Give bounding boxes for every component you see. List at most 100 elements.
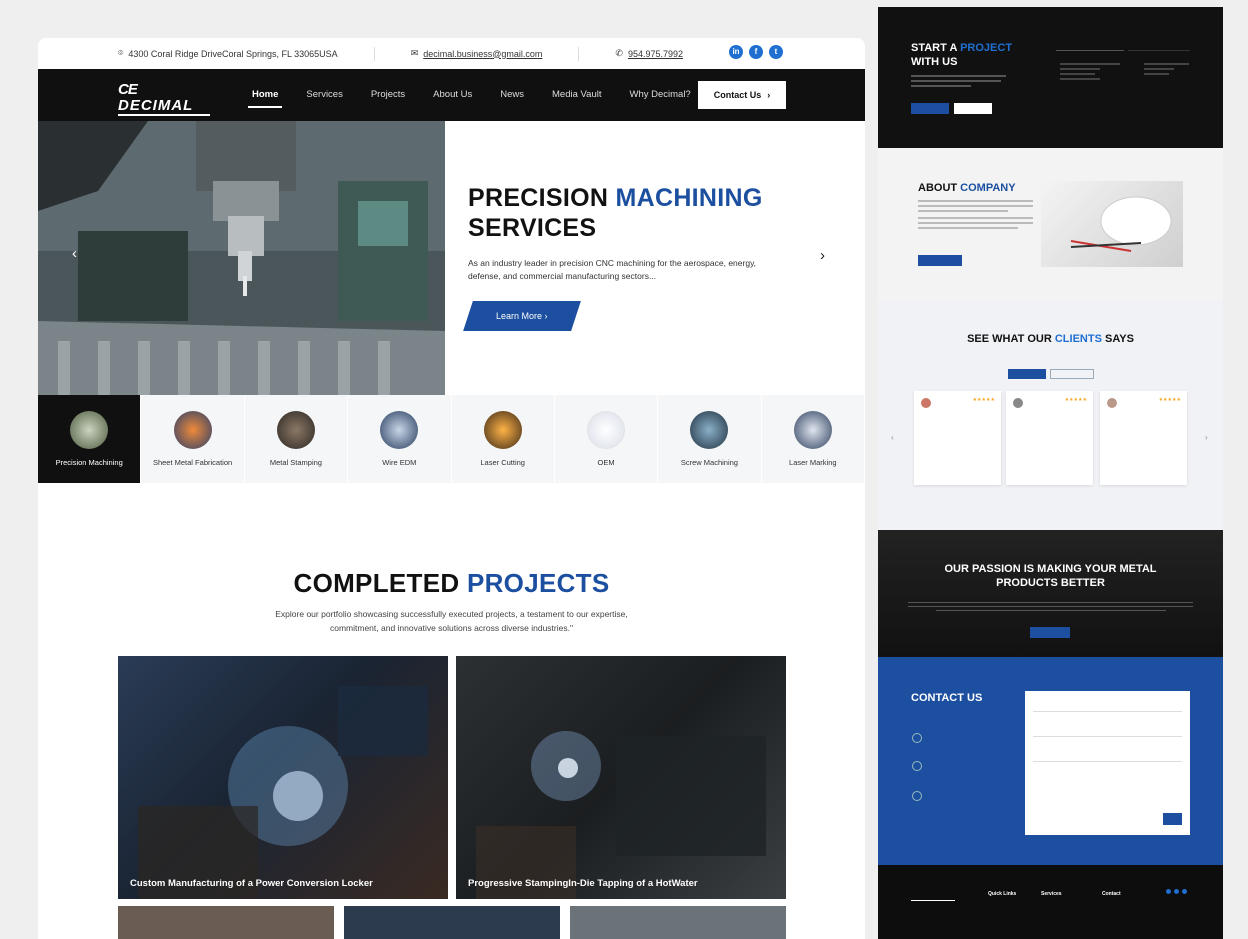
passion-title: OUR PASSION IS MAKING YOUR METAL PRODUCT… xyxy=(944,563,1157,589)
facebook-icon[interactable] xyxy=(1174,889,1179,894)
footer-logo[interactable] xyxy=(911,893,955,901)
testimonials-title: SEE WHAT OUR CLIENTS SAYS xyxy=(967,333,1134,345)
twitter-icon[interactable]: t xyxy=(769,45,783,59)
precision-machining-icon xyxy=(70,411,109,449)
showcase-canvas: ⌾ 4300 Coral Ridge DriveCoral Springs, F… xyxy=(0,0,1248,939)
review-tab[interactable] xyxy=(1050,369,1094,379)
service-tab[interactable]: Metal Stamping xyxy=(245,395,349,483)
nav-projects[interactable]: Projects xyxy=(357,69,419,121)
message-field[interactable] xyxy=(1033,761,1182,762)
hero-content: PRECISION MACHINING SERVICES As an indust… xyxy=(463,183,798,331)
service-label: OEM xyxy=(597,458,615,467)
start-project-copy xyxy=(911,75,1011,90)
tab-right[interactable] xyxy=(1128,43,1190,51)
service-label: Sheet Metal Fabrication xyxy=(152,458,233,467)
carousel-next-icon[interactable]: › xyxy=(1205,433,1208,442)
nav-media-vault[interactable]: Media Vault xyxy=(538,69,615,121)
phone-item[interactable]: ✆ 954.975.7992 xyxy=(615,48,683,59)
blueprint-image xyxy=(1041,181,1183,267)
hero-image: ‹ xyxy=(38,121,445,395)
main-navigation: CE DECIMAL Home Services Projects About … xyxy=(38,69,865,121)
nav-home[interactable]: Home xyxy=(238,69,292,121)
about-copy xyxy=(918,200,1033,232)
about-more-button[interactable] xyxy=(918,255,962,266)
service-label: Wire EDM xyxy=(382,458,417,467)
slider-next-icon[interactable]: › xyxy=(820,247,825,264)
location-pin-icon xyxy=(912,791,922,801)
service-tab[interactable]: Wire EDM xyxy=(348,395,452,483)
contact-button[interactable] xyxy=(954,103,992,114)
top-info-bar: ⌾ 4300 Coral Ridge DriveCoral Springs, F… xyxy=(38,38,865,69)
services-strip: Precision Machining Sheet Metal Fabricat… xyxy=(38,395,865,483)
chevron-right-icon: › xyxy=(767,90,771,100)
contact-us-button[interactable]: Contact Us › xyxy=(698,81,786,109)
service-tab[interactable]: Screw Machining xyxy=(658,395,762,483)
phone-link[interactable]: 954.975.7992 xyxy=(628,49,683,59)
service-tab[interactable]: Laser Marking xyxy=(762,395,865,483)
hero-section: ‹ PRECISION MACHINING SERVICES As an indu… xyxy=(38,121,865,395)
service-tab[interactable]: Sheet Metal Fabrication xyxy=(141,395,245,483)
site-logo[interactable]: CE DECIMAL xyxy=(118,82,210,116)
service-label: Metal Stamping xyxy=(269,458,322,467)
nav-news[interactable]: News xyxy=(486,69,538,121)
service-label: Laser Cutting xyxy=(480,458,525,467)
service-label: Screw Machining xyxy=(680,458,738,467)
project-thumb[interactable] xyxy=(570,906,786,939)
slider-prev-icon[interactable]: ‹ xyxy=(72,245,77,262)
contact-section: CONTACT US xyxy=(878,657,1223,865)
project-thumb[interactable] xyxy=(344,906,560,939)
tab-left[interactable] xyxy=(1056,43,1124,51)
linkedin-icon[interactable] xyxy=(1166,889,1171,894)
site-footer: Quick Links Services Contact xyxy=(878,865,1223,939)
review-card: ★★★★★ xyxy=(914,391,1001,485)
nav-about[interactable]: About Us xyxy=(419,69,486,121)
send-button[interactable] xyxy=(1163,813,1182,825)
review-card: ★★★★★ xyxy=(1100,391,1187,485)
email-field[interactable] xyxy=(1033,736,1182,737)
start-project-button[interactable] xyxy=(911,103,949,114)
facebook-icon[interactable]: f xyxy=(749,45,763,59)
testimonials-section: SEE WHAT OUR CLIENTS SAYS ★★★★★ ★★★★★ ★★… xyxy=(878,300,1223,530)
email-item[interactable]: ✉ decimal.business@gmail.com xyxy=(411,48,543,59)
linkedin-icon[interactable]: in xyxy=(729,45,743,59)
start-project-section: START A PROJECT WITH US xyxy=(878,7,1223,148)
industry-list xyxy=(1144,63,1189,78)
passion-section: OUR PASSION IS MAKING YOUR METAL PRODUCT… xyxy=(878,530,1223,657)
logo-wordmark: CE DECIMAL xyxy=(118,82,210,116)
nav-menu: Home Services Projects About Us News Med… xyxy=(238,69,705,121)
service-label: Laser Marking xyxy=(789,458,837,467)
carousel-prev-icon[interactable]: ‹ xyxy=(891,433,894,442)
service-list xyxy=(1060,63,1120,83)
project-thumb[interactable] xyxy=(118,906,334,939)
review-card: ★★★★★ xyxy=(1006,391,1093,485)
twitter-icon[interactable] xyxy=(1182,889,1187,894)
nav-why-decimal[interactable]: Why Decimal? xyxy=(615,69,704,121)
screw-machining-icon xyxy=(690,411,729,449)
email-link[interactable]: decimal.business@gmail.com xyxy=(423,49,542,59)
passion-button[interactable] xyxy=(1030,627,1070,638)
service-tab[interactable]: OEM xyxy=(555,395,659,483)
mail-icon xyxy=(912,761,922,771)
laser-marking-icon xyxy=(793,411,832,449)
oem-icon xyxy=(587,411,626,449)
learn-more-button[interactable]: Learn More › xyxy=(463,301,581,331)
stamping-image xyxy=(476,731,766,899)
location-pin-icon: ⌾ xyxy=(118,48,124,58)
name-field[interactable] xyxy=(1033,711,1182,712)
footer-col-quick-links: Quick Links xyxy=(988,891,1017,897)
cnc-machine-illustration xyxy=(38,121,445,395)
project-card[interactable]: Progressive StampingIn-Die Tapping of a … xyxy=(456,656,786,899)
social-links: in f t xyxy=(729,45,783,59)
mail-icon: ✉ xyxy=(410,48,419,58)
divider xyxy=(373,46,375,61)
homepage-preview: ⌾ 4300 Coral Ridge DriveCoral Springs, F… xyxy=(38,38,865,939)
nav-services[interactable]: Services xyxy=(292,69,356,121)
review-tab-active[interactable] xyxy=(1008,369,1046,379)
project-card[interactable]: Custom Manufacturing of a Power Conversi… xyxy=(118,656,448,899)
address-item: ⌾ 4300 Coral Ridge DriveCoral Springs, F… xyxy=(118,48,338,59)
project-caption: Progressive StampingIn-Die Tapping of a … xyxy=(468,878,698,889)
service-tab[interactable]: Laser Cutting xyxy=(452,395,555,483)
service-tab[interactable]: Precision Machining xyxy=(38,395,142,483)
hero-description: As an industry leader in precision CNC m… xyxy=(468,258,757,281)
service-label: Precision Machining xyxy=(55,458,123,467)
